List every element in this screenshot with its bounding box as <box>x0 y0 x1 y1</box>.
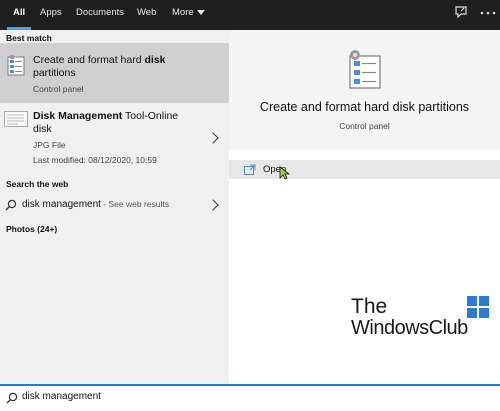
tab-more-label: More <box>172 7 194 18</box>
open-action[interactable]: Open <box>229 160 500 180</box>
file-result-title-rest: Tool-Online <box>122 110 179 122</box>
preview-title: Create and format hard disk partitions <box>259 100 470 114</box>
open-icon <box>244 164 256 175</box>
watermark-line1: The <box>351 295 388 318</box>
disk-management-icon <box>7 55 25 76</box>
tab-apps[interactable]: Apps <box>40 0 62 30</box>
best-match-title: Create and format hard disk <box>33 54 166 67</box>
best-match-subtitle: Control panel <box>33 84 84 94</box>
search-box[interactable] <box>0 384 500 411</box>
file-result-title: Disk Management Tool-Online <box>33 110 178 123</box>
best-match-result[interactable]: Create and format hard disk partitions C… <box>0 43 229 103</box>
watermark-logo: The WindowsClub <box>351 295 489 339</box>
image-thumbnail-icon <box>4 111 28 127</box>
file-modified: Last modified: 08/12/2020, 10:59 <box>33 155 157 165</box>
watermark-line2: WindowsClub <box>351 317 468 339</box>
web-result-query: disk management <box>22 199 101 210</box>
more-options-icon[interactable] <box>479 4 497 22</box>
best-match-header: Best match <box>6 33 52 43</box>
search-filter-bar: All Apps Documents Web More <box>0 0 500 30</box>
tab-web[interactable]: Web <box>137 0 156 30</box>
mouse-cursor-icon <box>279 166 290 180</box>
search-web-header: Search the web <box>6 179 69 189</box>
chevron-right-icon[interactable] <box>207 199 219 211</box>
preview-header: Create and format hard disk partitions C… <box>229 30 500 150</box>
preview-pane: Create and format hard disk partitions C… <box>229 30 500 384</box>
file-result[interactable]: Disk Management Tool-Online disk JPG Fil… <box>0 106 229 172</box>
tab-more[interactable]: More <box>172 0 205 30</box>
chevron-down-icon <box>196 9 205 15</box>
web-result-suffix: - See web results <box>100 199 169 209</box>
search-icon <box>6 392 18 404</box>
results-list: Best match Create and format hard disk p… <box>0 30 229 384</box>
search-input[interactable] <box>22 391 482 402</box>
search-icon <box>5 199 17 211</box>
file-result-title-line2: disk <box>33 123 52 135</box>
web-result[interactable]: disk management - See web results <box>0 194 229 216</box>
file-result-title-bold: Disk Management <box>33 110 123 122</box>
file-type: JPG File <box>33 140 66 150</box>
feedback-icon[interactable] <box>452 4 470 22</box>
preview-subtitle: Control panel <box>339 121 390 131</box>
photos-header[interactable]: Photos (24+) <box>6 224 57 234</box>
tab-documents[interactable]: Documents <box>76 0 124 30</box>
windows-logo-icon <box>467 296 489 318</box>
best-match-title-bold: disk <box>144 54 166 66</box>
web-result-text: disk management - See web results <box>22 199 169 210</box>
disk-management-large-icon <box>349 50 381 89</box>
tab-all[interactable]: All <box>6 0 32 30</box>
best-match-title-line2: partitions <box>33 67 76 79</box>
best-match-title-prefix: Create and format hard <box>33 54 145 66</box>
chevron-right-icon[interactable] <box>207 132 219 144</box>
